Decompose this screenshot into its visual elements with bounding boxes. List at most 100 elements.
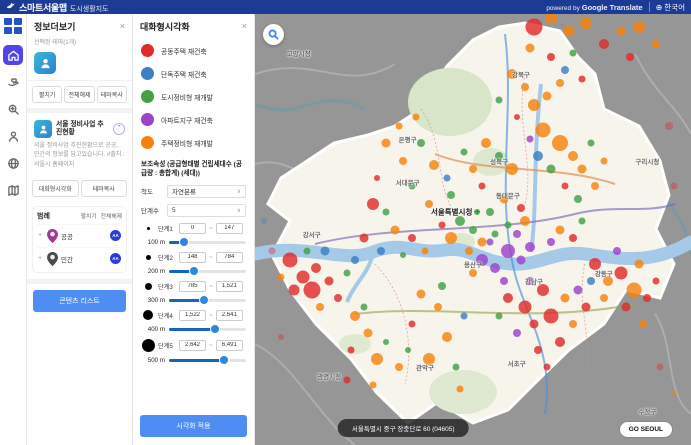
map-dot[interactable]: [400, 252, 406, 258]
expand-plus-icon[interactable]: +: [38, 255, 44, 262]
radius-slider[interactable]: [169, 241, 246, 244]
address-bar[interactable]: 서울특별시 중구 장충단로 60 (04605): [338, 419, 469, 437]
map-search-button[interactable]: [263, 24, 284, 45]
map-dot[interactable]: [544, 364, 551, 371]
map-dot[interactable]: [461, 312, 468, 319]
home-button[interactable]: [3, 45, 23, 65]
map-dot[interactable]: [474, 209, 480, 215]
slider-handle[interactable]: [200, 296, 208, 304]
map-dot[interactable]: [513, 329, 521, 337]
map-dot[interactable]: [503, 293, 513, 303]
language-selector[interactable]: ⊕ 한국어: [656, 2, 685, 13]
map-dot[interactable]: [445, 232, 457, 244]
map-dot[interactable]: [422, 248, 429, 255]
map-dot[interactable]: [490, 263, 500, 273]
map-dot[interactable]: [469, 165, 477, 173]
map-dot[interactable]: [570, 49, 577, 56]
map-dot[interactable]: [587, 140, 594, 147]
map-dot[interactable]: [311, 263, 321, 273]
map-dot[interactable]: [434, 303, 442, 311]
map-dot[interactable]: [560, 294, 569, 303]
map-dot[interactable]: [534, 346, 542, 354]
map-dot[interactable]: [465, 247, 473, 255]
map-dot[interactable]: [563, 26, 574, 37]
map-dot[interactable]: [452, 364, 459, 371]
map-dot[interactable]: [325, 277, 334, 286]
map-dot[interactable]: [517, 204, 525, 212]
map-dot[interactable]: [269, 248, 276, 255]
map-dot[interactable]: [568, 151, 578, 161]
map-dot[interactable]: [519, 301, 532, 314]
map-dot[interactable]: [513, 230, 521, 238]
map-dot[interactable]: [561, 183, 568, 190]
map-dot[interactable]: [579, 75, 586, 82]
map-dot[interactable]: [653, 278, 660, 285]
info-panel-close-button[interactable]: ×: [120, 22, 125, 31]
map-dot[interactable]: [496, 97, 503, 104]
apps-grid-icon[interactable]: [4, 18, 22, 34]
map-dot[interactable]: [569, 320, 577, 328]
radius-slider[interactable]: [169, 299, 246, 302]
selected-theme-thumbnail[interactable]: [34, 52, 56, 74]
step-max-input[interactable]: [216, 223, 243, 234]
map-dot[interactable]: [303, 281, 320, 298]
map-dot[interactable]: [469, 269, 477, 277]
map-dot[interactable]: [552, 135, 568, 151]
map-dot[interactable]: [382, 209, 389, 216]
map-dot[interactable]: [537, 284, 549, 296]
map-dot[interactable]: [574, 195, 582, 203]
radius-slider[interactable]: [169, 270, 246, 273]
legend-expand-link[interactable]: 펼치기: [81, 211, 97, 220]
map-dot[interactable]: [478, 183, 485, 190]
map-dot[interactable]: [461, 148, 468, 155]
my-page-button[interactable]: [3, 126, 23, 146]
map-dot[interactable]: [526, 18, 543, 35]
map-dot[interactable]: [587, 277, 595, 285]
map-dot[interactable]: [600, 157, 607, 164]
map-dot[interactable]: [390, 225, 399, 234]
step-min-input[interactable]: [179, 340, 206, 351]
map-dot[interactable]: [399, 157, 407, 165]
map-dot[interactable]: [447, 191, 455, 199]
map-dot[interactable]: [377, 247, 385, 255]
map-dot[interactable]: [429, 160, 439, 170]
map-dot[interactable]: [438, 282, 446, 290]
viz-panel-close-button[interactable]: ×: [242, 22, 247, 31]
map-dot[interactable]: [350, 311, 360, 321]
map-dot[interactable]: [639, 320, 647, 328]
copy-theme-button[interactable]: 테마복사: [97, 86, 127, 103]
map-dot[interactable]: [456, 385, 463, 392]
map-dot[interactable]: [408, 321, 415, 328]
map-dot[interactable]: [316, 303, 324, 311]
map-dot[interactable]: [556, 79, 564, 87]
step-min-input[interactable]: [179, 310, 206, 321]
go-seoul-button[interactable]: GO SEOUL: [619, 421, 673, 438]
map-dot[interactable]: [535, 123, 550, 138]
map-dot[interactable]: [591, 182, 599, 190]
map-dot[interactable]: [627, 282, 642, 297]
map-dot[interactable]: [569, 234, 577, 242]
map-dot[interactable]: [582, 303, 591, 312]
map-dot[interactable]: [526, 135, 533, 142]
expand-button[interactable]: 펼치기: [32, 86, 62, 103]
map-dot[interactable]: [516, 255, 525, 264]
map-dot[interactable]: [381, 139, 390, 148]
map-dot[interactable]: [383, 339, 389, 345]
map-dot[interactable]: [487, 239, 494, 246]
map-dot[interactable]: [514, 114, 520, 120]
map-dot[interactable]: [413, 114, 420, 121]
map-dot[interactable]: [369, 381, 376, 388]
map-dot[interactable]: [278, 273, 285, 280]
map-dot[interactable]: [547, 53, 555, 61]
map-dot[interactable]: [578, 165, 587, 174]
map-dot[interactable]: [405, 347, 411, 353]
map-dot[interactable]: [395, 363, 403, 371]
map-dot[interactable]: [425, 200, 433, 208]
map-dot[interactable]: [589, 258, 601, 270]
map-dot[interactable]: [443, 174, 450, 181]
step-min-input[interactable]: [179, 252, 206, 263]
map-dot[interactable]: [491, 230, 498, 237]
map-dot[interactable]: [525, 44, 534, 53]
step-min-input[interactable]: [179, 223, 206, 234]
map-dot[interactable]: [543, 91, 552, 100]
